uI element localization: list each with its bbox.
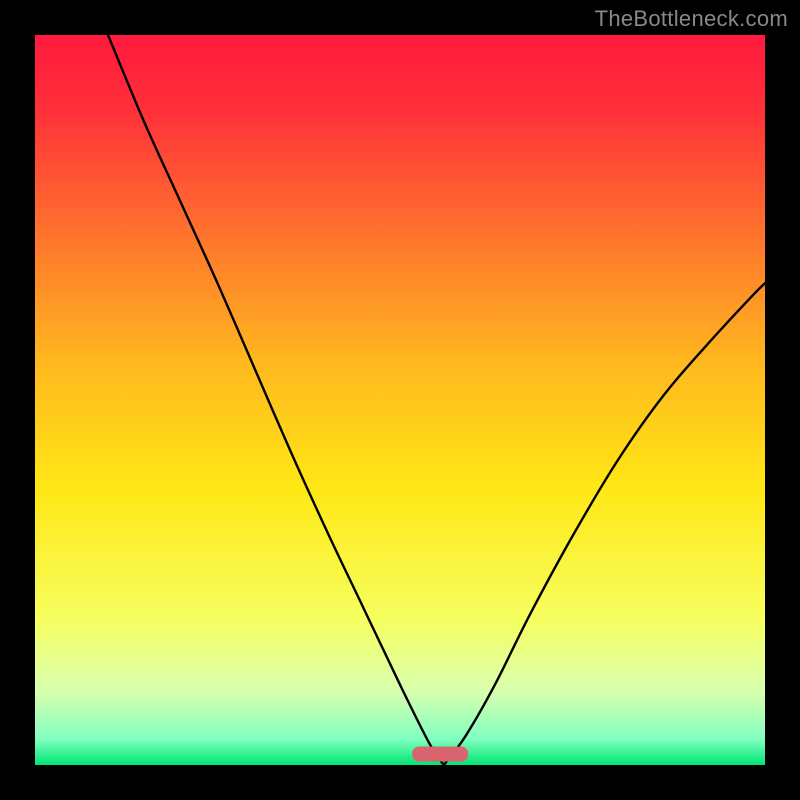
watermark-text: TheBottleneck.com <box>595 6 788 32</box>
plot-background <box>35 35 765 765</box>
bottleneck-plot <box>0 0 800 800</box>
sweet-spot-marker <box>412 747 468 762</box>
chart-container: TheBottleneck.com <box>0 0 800 800</box>
